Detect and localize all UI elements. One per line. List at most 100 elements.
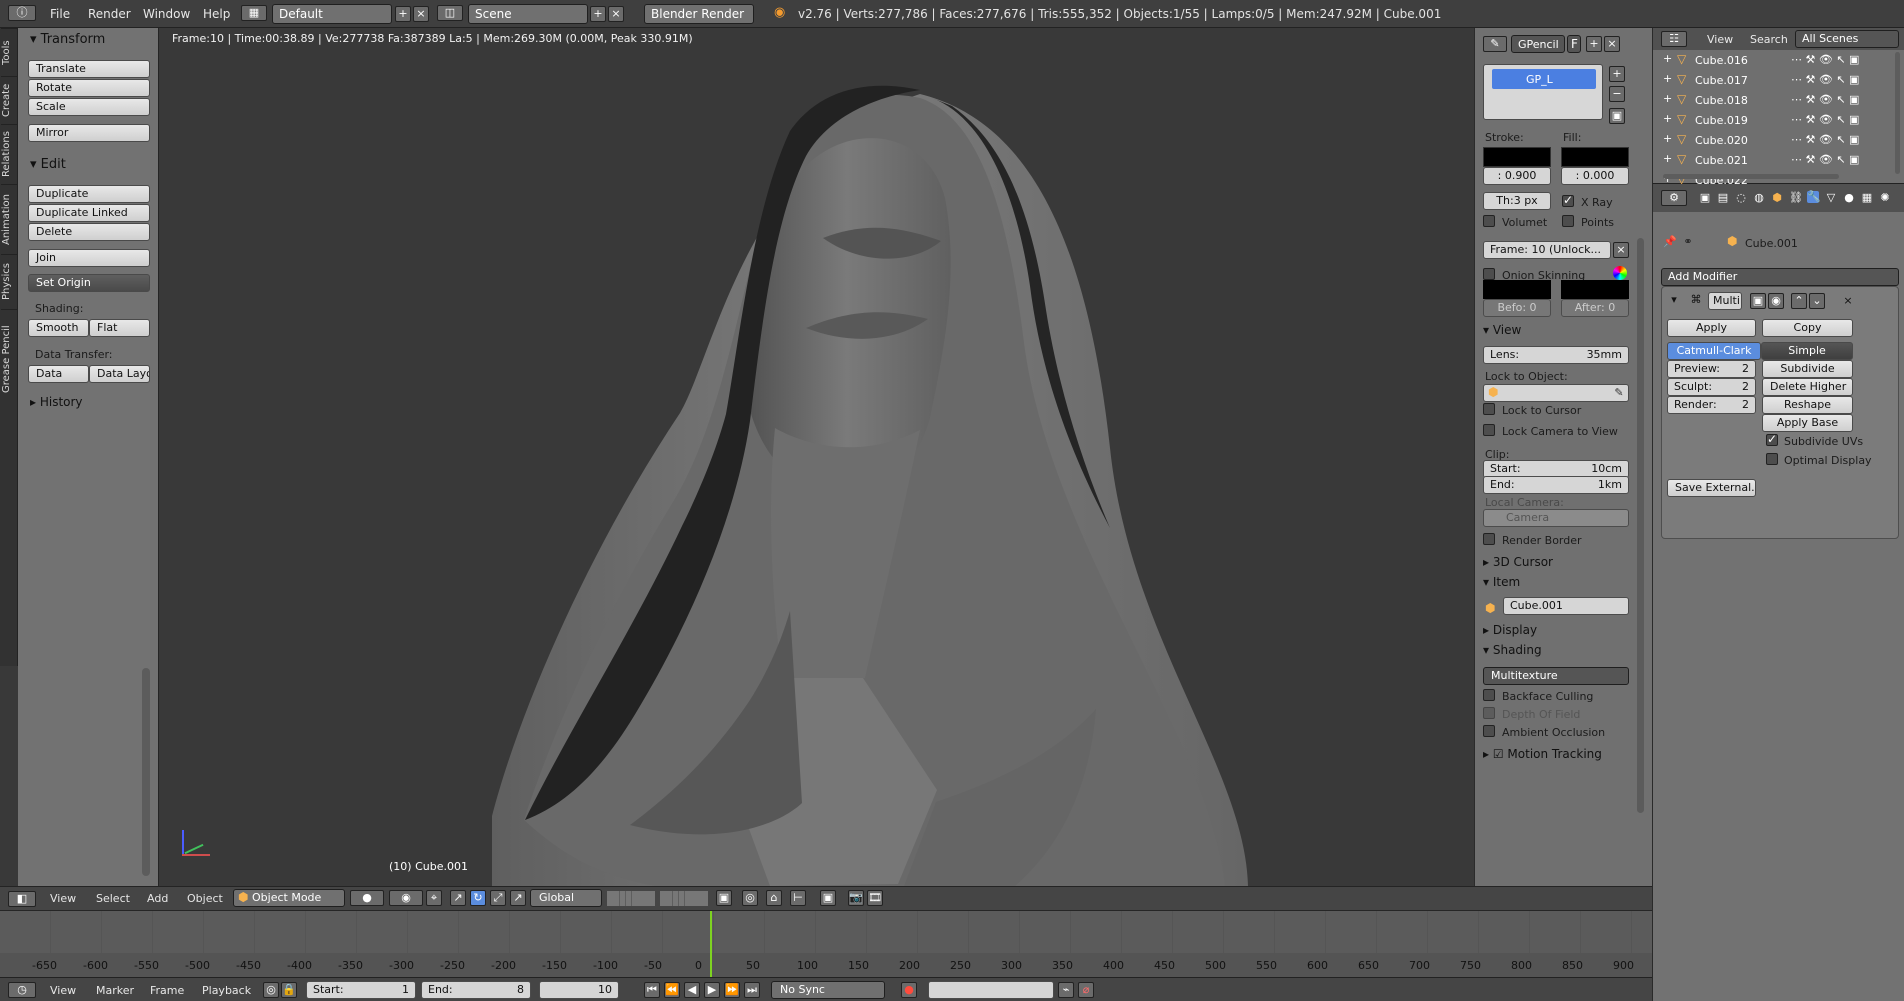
xray-checkbox[interactable] — [1562, 193, 1574, 207]
points-checkbox[interactable] — [1562, 215, 1574, 227]
outliner-search-menu[interactable]: Search — [1750, 33, 1788, 46]
opengl-animation-icon[interactable]: 🎞 — [867, 890, 883, 906]
close-scene-icon[interactable]: × — [608, 6, 624, 22]
tab-relations[interactable]: Relations — [1, 124, 17, 184]
row-expand-icon[interactable]: + — [1663, 52, 1672, 65]
item-panel-header[interactable]: ▾ Item — [1483, 575, 1520, 589]
scale-button[interactable]: Scale — [28, 98, 150, 116]
camera-field[interactable]: Camera — [1483, 509, 1629, 527]
move-up-icon[interactable]: ⌃ — [1791, 293, 1807, 309]
frame-field[interactable]: Frame: 10 (Unlock... — [1483, 241, 1611, 259]
data-button[interactable]: Data — [28, 365, 89, 383]
tab-tools[interactable]: Tools — [1, 28, 17, 76]
view-menu[interactable]: View — [50, 892, 76, 905]
gp-layer-list[interactable]: GP_L — [1483, 64, 1603, 120]
close-layout-icon[interactable]: × — [413, 6, 429, 22]
outliner-object-name[interactable]: Cube.018 — [1695, 94, 1748, 107]
join-button[interactable]: Join — [28, 249, 150, 267]
gp-layer-item[interactable]: GP_L — [1492, 69, 1596, 89]
copy-modifier-button[interactable]: Copy — [1762, 319, 1853, 337]
smooth-button[interactable]: Smooth — [28, 319, 89, 337]
row-tools-icon[interactable]: ⋯ ⚒ 👁 ↖ ▣ — [1791, 113, 1859, 126]
lens-field[interactable]: Lens: 35mm — [1483, 346, 1629, 364]
layer-lock-icon[interactable]: ▣ — [716, 890, 732, 906]
outliner-row[interactable]: + ▽ Cube.018 ⋯ ⚒ 👁 ↖ ▣ — [1653, 90, 1904, 110]
outliner-row[interactable]: + ▽ Cube.021 ⋯ ⚒ 👁 ↖ ▣ — [1653, 150, 1904, 170]
manipulator-extra-icon[interactable]: ↗ — [510, 890, 526, 906]
rotate-button[interactable]: Rotate — [28, 79, 150, 97]
menu-render[interactable]: Render — [88, 7, 131, 21]
simple-button[interactable]: Simple — [1761, 342, 1853, 360]
proportional-edit-icon[interactable]: ◎ — [742, 890, 758, 906]
timeline-view-menu[interactable]: View — [50, 984, 76, 997]
sync-select[interactable]: No Sync — [771, 981, 885, 999]
subdivide-uvs-checkbox[interactable] — [1766, 432, 1778, 446]
apply-modifier-button[interactable]: Apply — [1667, 319, 1756, 337]
row-expand-icon[interactable]: + — [1663, 152, 1672, 165]
lock-camera-checkbox[interactable] — [1483, 424, 1495, 436]
preview-range-icon[interactable]: ◎ — [263, 982, 279, 998]
delete-button[interactable]: Delete — [28, 223, 150, 241]
translate-button[interactable]: Translate — [28, 60, 150, 78]
display-panel-header[interactable]: ▸ Display — [1483, 623, 1537, 637]
layer-buttons-right[interactable] — [660, 891, 708, 906]
gpencil-field[interactable]: GPencil — [1511, 35, 1565, 53]
snap-type-icon[interactable]: ⊢ — [790, 890, 806, 906]
after-field[interactable]: After: 0 — [1561, 299, 1629, 317]
rotate-manipulator-icon[interactable]: ↻ — [470, 890, 486, 906]
delete-higher-button[interactable]: Delete Higher — [1762, 378, 1853, 396]
add-menu[interactable]: Add — [147, 892, 168, 905]
editor-type-icon[interactable]: ⓘ — [8, 5, 36, 21]
tab-create[interactable]: Create — [1, 76, 17, 124]
3d-viewport[interactable]: Frame:10 | Time:00:38.89 | Ve:277738 Fa:… — [160, 28, 1474, 886]
layout-icon[interactable]: ▦ — [241, 5, 267, 21]
keying-set-delete-icon[interactable]: ⌀ — [1078, 982, 1094, 998]
jump-start-icon[interactable]: ⏮ — [644, 982, 660, 998]
outliner-row[interactable]: + ▽ Cube.016 ⋯ ⚒ 👁 ↖ ▣ — [1653, 50, 1904, 70]
render-level-field[interactable]: Render: 2 — [1667, 396, 1756, 414]
duplicate-button[interactable]: Duplicate — [28, 185, 150, 203]
frame-delete-icon[interactable]: × — [1613, 242, 1629, 258]
history-heading[interactable]: ▸ History — [30, 395, 83, 409]
render-snapshot-icon[interactable]: ▣ — [820, 890, 836, 906]
row-tools-icon[interactable]: ⋯ ⚒ 👁 ↖ ▣ — [1791, 93, 1859, 106]
after-color[interactable] — [1561, 280, 1629, 299]
snap-toggle-icon[interactable]: ⌂ — [766, 890, 782, 906]
current-frame-marker[interactable] — [710, 911, 712, 977]
current-frame-field[interactable]: 10 — [539, 981, 619, 999]
object-menu[interactable]: Object — [187, 892, 223, 905]
before-field[interactable]: Befo: 0 — [1483, 299, 1551, 317]
onion-checkbox[interactable] — [1483, 268, 1495, 280]
transform-heading[interactable]: ▾ Transform — [30, 32, 105, 47]
view3d-editor-icon[interactable]: ◧ — [8, 891, 36, 907]
layer-buttons-left[interactable] — [607, 891, 655, 906]
before-color[interactable] — [1483, 280, 1551, 299]
tab-physics[interactable]: Physics — [1, 254, 17, 309]
row-expand-icon[interactable]: + — [1663, 112, 1672, 125]
material-tab-icon[interactable]: ● — [1843, 192, 1855, 204]
row-tools-icon[interactable]: ⋯ ⚒ 👁 ↖ ▣ — [1791, 53, 1859, 66]
dof-checkbox[interactable] — [1483, 707, 1495, 719]
outliner-vscrollbar[interactable] — [1895, 52, 1900, 174]
pencil-icon[interactable]: ✎ — [1483, 36, 1507, 52]
lock-object-field[interactable]: ⬢ ✎ — [1483, 384, 1629, 402]
viewport-shading-icon[interactable]: ● — [350, 890, 384, 906]
ambient-occlusion-checkbox[interactable] — [1483, 725, 1495, 737]
npanel-scrollbar[interactable] — [1637, 238, 1644, 813]
add-layout-icon[interactable]: + — [395, 6, 411, 22]
outliner-object-name[interactable]: Cube.017 — [1695, 74, 1748, 87]
orientation-select[interactable]: Global — [530, 889, 602, 907]
frame-menu[interactable]: Frame — [150, 984, 184, 997]
select-menu[interactable]: Select — [96, 892, 130, 905]
fill-color[interactable] — [1561, 147, 1629, 167]
multitexture-select[interactable]: Multitexture — [1483, 667, 1629, 685]
menu-help[interactable]: Help — [203, 7, 230, 21]
gp-add-layer-icon[interactable]: + — [1609, 66, 1625, 82]
scale-manipulator-icon[interactable]: ⤢ — [490, 890, 506, 906]
move-down-icon[interactable]: ⌄ — [1809, 293, 1825, 309]
playback-menu[interactable]: Playback — [202, 984, 251, 997]
layers-tab-icon[interactable]: ▤ — [1717, 192, 1729, 204]
row-tools-icon[interactable]: ⋯ ⚒ 👁 ↖ ▣ — [1791, 153, 1859, 166]
start-frame-field[interactable]: Start: 1 — [306, 981, 416, 999]
statue-model[interactable] — [160, 28, 1474, 886]
